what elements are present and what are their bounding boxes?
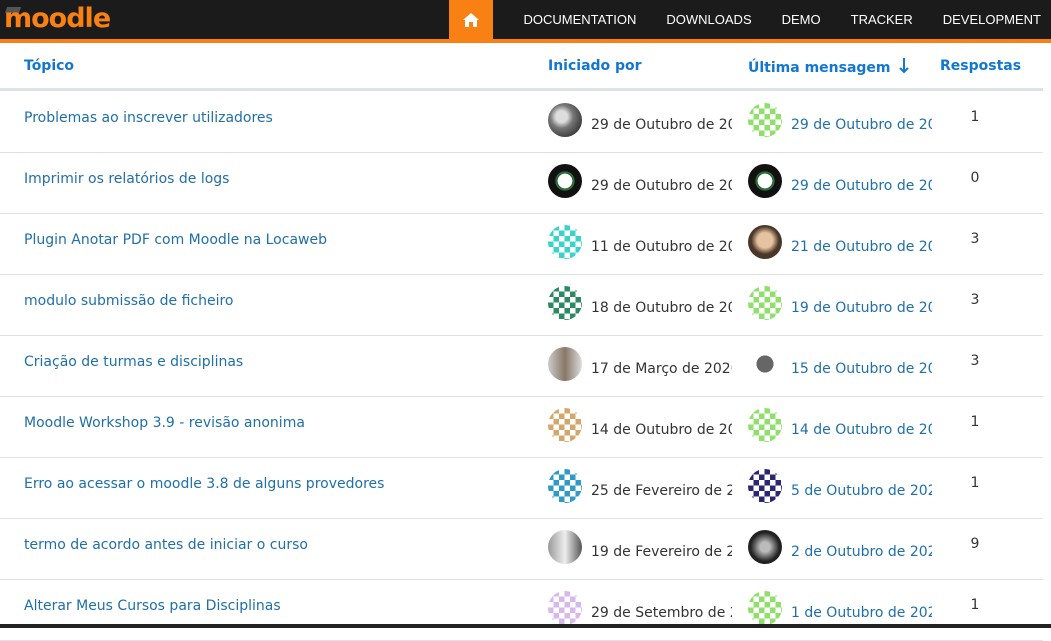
sort-down-icon [899, 58, 910, 74]
nav-demo[interactable]: DEMO [767, 0, 836, 39]
starter-avatar[interactable] [548, 347, 582, 381]
discussion-row: Moodle Workshop 3.9 - revisão anonima 14… [0, 396, 1043, 458]
last-poster-avatar[interactable] [748, 408, 782, 442]
last-post-date-link[interactable]: 21 de Outubro de 2020 [791, 239, 932, 255]
started-date: 29 de Setembro de 2020 [591, 605, 732, 621]
started-date: 11 de Outubro de 2020 [591, 239, 732, 255]
reply-count: 1 [970, 475, 980, 491]
topic-link[interactable]: Problemas ao inscrever utilizadores [24, 110, 273, 126]
starter-avatar[interactable] [548, 225, 582, 259]
reply-count: 3 [970, 353, 980, 369]
last-poster-avatar[interactable] [748, 225, 782, 259]
reply-count: 1 [970, 597, 980, 613]
started-date: 29 de Outubro de 2020 [591, 178, 732, 194]
nav-downloads[interactable]: DOWNLOADS [651, 0, 766, 39]
discussion-row: Plugin Anotar PDF com Moodle na Locaweb … [0, 213, 1043, 275]
topic-link[interactable]: Plugin Anotar PDF com Moodle na Locaweb [24, 232, 327, 248]
logo-text: moodle [4, 2, 111, 34]
last-post-date-link[interactable]: 29 de Outubro de 2020 [791, 117, 932, 133]
reply-count: 3 [970, 292, 980, 308]
header-topic[interactable]: Tópico [24, 58, 74, 74]
starter-avatar[interactable] [548, 530, 582, 564]
discussion-row: Imprimir os relatórios de logs 29 de Out… [0, 152, 1043, 214]
reply-count: 1 [970, 414, 980, 430]
nav-tracker[interactable]: TRACKER [836, 0, 928, 39]
last-post-date-link[interactable]: 19 de Outubro de 2020 [791, 300, 932, 316]
last-poster-avatar[interactable] [748, 286, 782, 320]
starter-avatar[interactable] [548, 469, 582, 503]
started-date: 25 de Fevereiro de 2020 [591, 483, 732, 499]
starter-avatar[interactable] [548, 591, 582, 625]
discussion-row: termo de acordo antes de iniciar o curso… [0, 518, 1043, 580]
started-date: 18 de Outubro de 2020 [591, 300, 732, 316]
topic-link[interactable]: Criação de turmas e disciplinas [24, 354, 243, 370]
starter-avatar[interactable] [548, 286, 582, 320]
header-last-post[interactable]: Última mensagem [748, 58, 910, 76]
topic-link[interactable]: Moodle Workshop 3.9 - revisão anonima [24, 415, 305, 431]
last-post-date-link[interactable]: 1 de Outubro de 2020 [791, 605, 932, 621]
last-poster-avatar[interactable] [748, 164, 782, 198]
header-last-post-label: Última mensagem [748, 60, 891, 76]
last-poster-avatar[interactable] [748, 469, 782, 503]
topic-link[interactable]: modulo submissão de ficheiro [24, 293, 234, 309]
last-post-date-link[interactable]: 2 de Outubro de 2020 [791, 544, 932, 560]
last-post-date-link[interactable]: 29 de Outubro de 2020 [791, 178, 932, 194]
nav-menu: DOCUMENTATION DOWNLOADS DEMO TRACKER DEV… [449, 0, 1051, 39]
nav-documentation[interactable]: DOCUMENTATION [508, 0, 651, 39]
home-icon [463, 12, 480, 27]
last-poster-avatar[interactable] [748, 103, 782, 137]
starter-avatar[interactable] [548, 408, 582, 442]
table-header: Tópico Iniciado por Última mensagem Resp… [0, 43, 1043, 91]
topic-link[interactable]: termo de acordo antes de iniciar o curso [24, 537, 308, 553]
last-poster-avatar[interactable] [748, 591, 782, 625]
top-navbar: moodle DOCUMENTATION DOWNLOADS DEMO TRAC… [0, 0, 1051, 43]
header-replies[interactable]: Respostas [940, 58, 1021, 74]
last-post-date-link[interactable]: 14 de Outubro de 2020 [791, 422, 932, 438]
started-date: 17 de Março de 2020 [591, 361, 732, 377]
moodle-logo[interactable]: moodle [4, 2, 111, 35]
last-poster-avatar[interactable] [748, 347, 782, 381]
started-date: 19 de Fevereiro de 2020 [591, 544, 732, 560]
started-date: 14 de Outubro de 2020 [591, 422, 732, 438]
discussion-row: Problemas ao inscrever utilizadores 29 d… [0, 91, 1043, 153]
discussion-row: modulo submissão de ficheiro 18 de Outub… [0, 274, 1043, 336]
reply-count: 1 [970, 109, 980, 125]
bottom-edge [0, 624, 1051, 628]
nav-development[interactable]: DEVELOPMENT [928, 0, 1051, 39]
starter-avatar[interactable] [548, 103, 582, 137]
reply-count: 3 [970, 231, 980, 247]
reply-count: 9 [970, 536, 980, 552]
discussion-row: Criação de turmas e disciplinas 17 de Ma… [0, 335, 1043, 397]
topic-link[interactable]: Erro ao acessar o moodle 3.8 de alguns p… [24, 476, 384, 492]
last-post-date-link[interactable]: 5 de Outubro de 2020 [791, 483, 932, 499]
discussion-row: Alterar Meus Cursos para Disciplinas 29 … [0, 579, 1043, 641]
topic-link[interactable]: Imprimir os relatórios de logs [24, 171, 229, 187]
last-post-date-link[interactable]: 15 de Outubro de 2020 [791, 361, 932, 377]
reply-count: 0 [970, 170, 980, 186]
started-date: 29 de Outubro de 2020 [591, 117, 732, 133]
header-started-by[interactable]: Iniciado por [548, 58, 642, 74]
last-poster-avatar[interactable] [748, 530, 782, 564]
starter-avatar[interactable] [548, 164, 582, 198]
home-button[interactable] [449, 0, 494, 39]
topic-link[interactable]: Alterar Meus Cursos para Disciplinas [24, 598, 281, 614]
discussion-row: Erro ao acessar o moodle 3.8 de alguns p… [0, 457, 1043, 519]
